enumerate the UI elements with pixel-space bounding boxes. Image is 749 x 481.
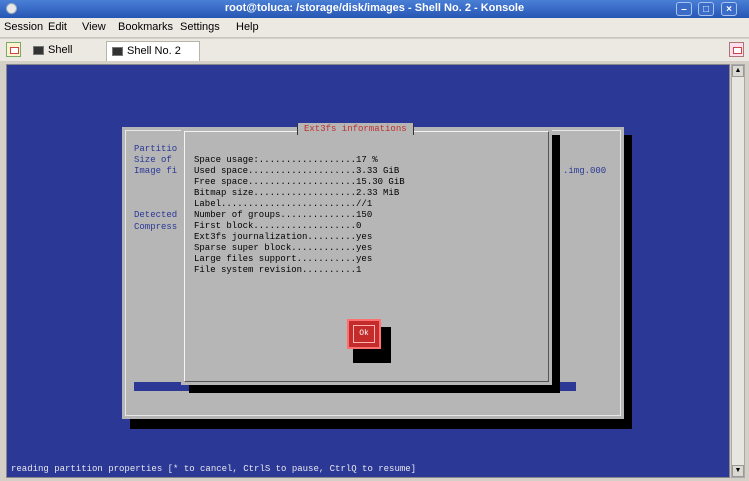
maximize-button[interactable]: □ — [698, 2, 714, 16]
dialog-shadow — [189, 385, 560, 393]
terminal-icon — [112, 47, 123, 56]
tab-label: Shell — [48, 44, 73, 56]
ok-button[interactable]: Ok — [347, 319, 381, 349]
info-row: Used space....................3.33 GiB — [194, 166, 400, 176]
scroll-up-icon[interactable]: ▲ — [732, 65, 744, 77]
info-row: First block...................0 — [194, 221, 362, 231]
bg-image-name: .img.000 — [563, 166, 607, 176]
minimize-button[interactable]: – — [676, 2, 692, 16]
dialog-title: Ext3fs informations — [297, 123, 414, 135]
menu-session[interactable]: Session — [4, 21, 43, 33]
dialog-shadow — [624, 135, 632, 427]
info-row: Free space....................15.30 GiB — [194, 177, 405, 187]
info-row: Large files support...........yes — [194, 254, 373, 264]
bg-line: Partitio — [134, 144, 178, 154]
bg-line: Size of — [134, 155, 178, 165]
close-button[interactable]: × — [721, 2, 737, 16]
status-line: reading partition properties [* to cance… — [11, 464, 417, 474]
window-titlebar[interactable]: root@toluca: /storage/disk/images - Shel… — [0, 0, 749, 18]
terminal-icon — [33, 46, 44, 55]
close-tab-icon[interactable] — [729, 42, 744, 57]
menu-view[interactable]: View — [82, 21, 106, 33]
dialog-shadow — [130, 419, 632, 429]
info-row: Ext3fs journalization.........yes — [194, 232, 373, 242]
window-title: root@toluca: /storage/disk/images - Shel… — [224, 2, 525, 14]
tab-bar: Shell Shell No. 2 — [0, 39, 749, 61]
info-row: Number of groups..............150 — [194, 210, 373, 220]
tab-shell-no-2[interactable]: Shell No. 2 — [106, 41, 200, 61]
bg-line: Compress — [134, 222, 178, 232]
menu-bar: Session Edit View Bookmarks Settings Hel… — [0, 18, 749, 38]
menu-bookmarks[interactable]: Bookmarks — [118, 21, 173, 33]
terminal-scrollbar[interactable]: ▲ ▼ — [731, 64, 745, 478]
terminal-screen[interactable]: Partitio Size of Image fi Detected Compr… — [6, 64, 730, 478]
info-row: Bitmap size...................2.33 MiB — [194, 188, 400, 198]
info-row: File system revision..........1 — [194, 265, 362, 275]
dialog-shadow — [552, 135, 560, 393]
menu-settings[interactable]: Settings — [180, 21, 220, 33]
scroll-down-icon[interactable]: ▼ — [732, 465, 744, 477]
tab-shell[interactable]: Shell — [28, 41, 78, 61]
new-tab-icon[interactable] — [6, 42, 21, 57]
ok-button-label: Ok — [353, 325, 375, 343]
info-row: Label.........................//1 — [194, 199, 373, 209]
tab-label: Shell No. 2 — [127, 45, 181, 57]
bg-line: Detected — [134, 210, 178, 220]
menu-help[interactable]: Help — [236, 21, 259, 33]
info-row: Sparse super block............yes — [194, 243, 373, 253]
menu-edit[interactable]: Edit — [48, 21, 67, 33]
bg-line: Image fi — [134, 166, 178, 176]
info-row: Space usage:..................17 % — [194, 155, 378, 165]
